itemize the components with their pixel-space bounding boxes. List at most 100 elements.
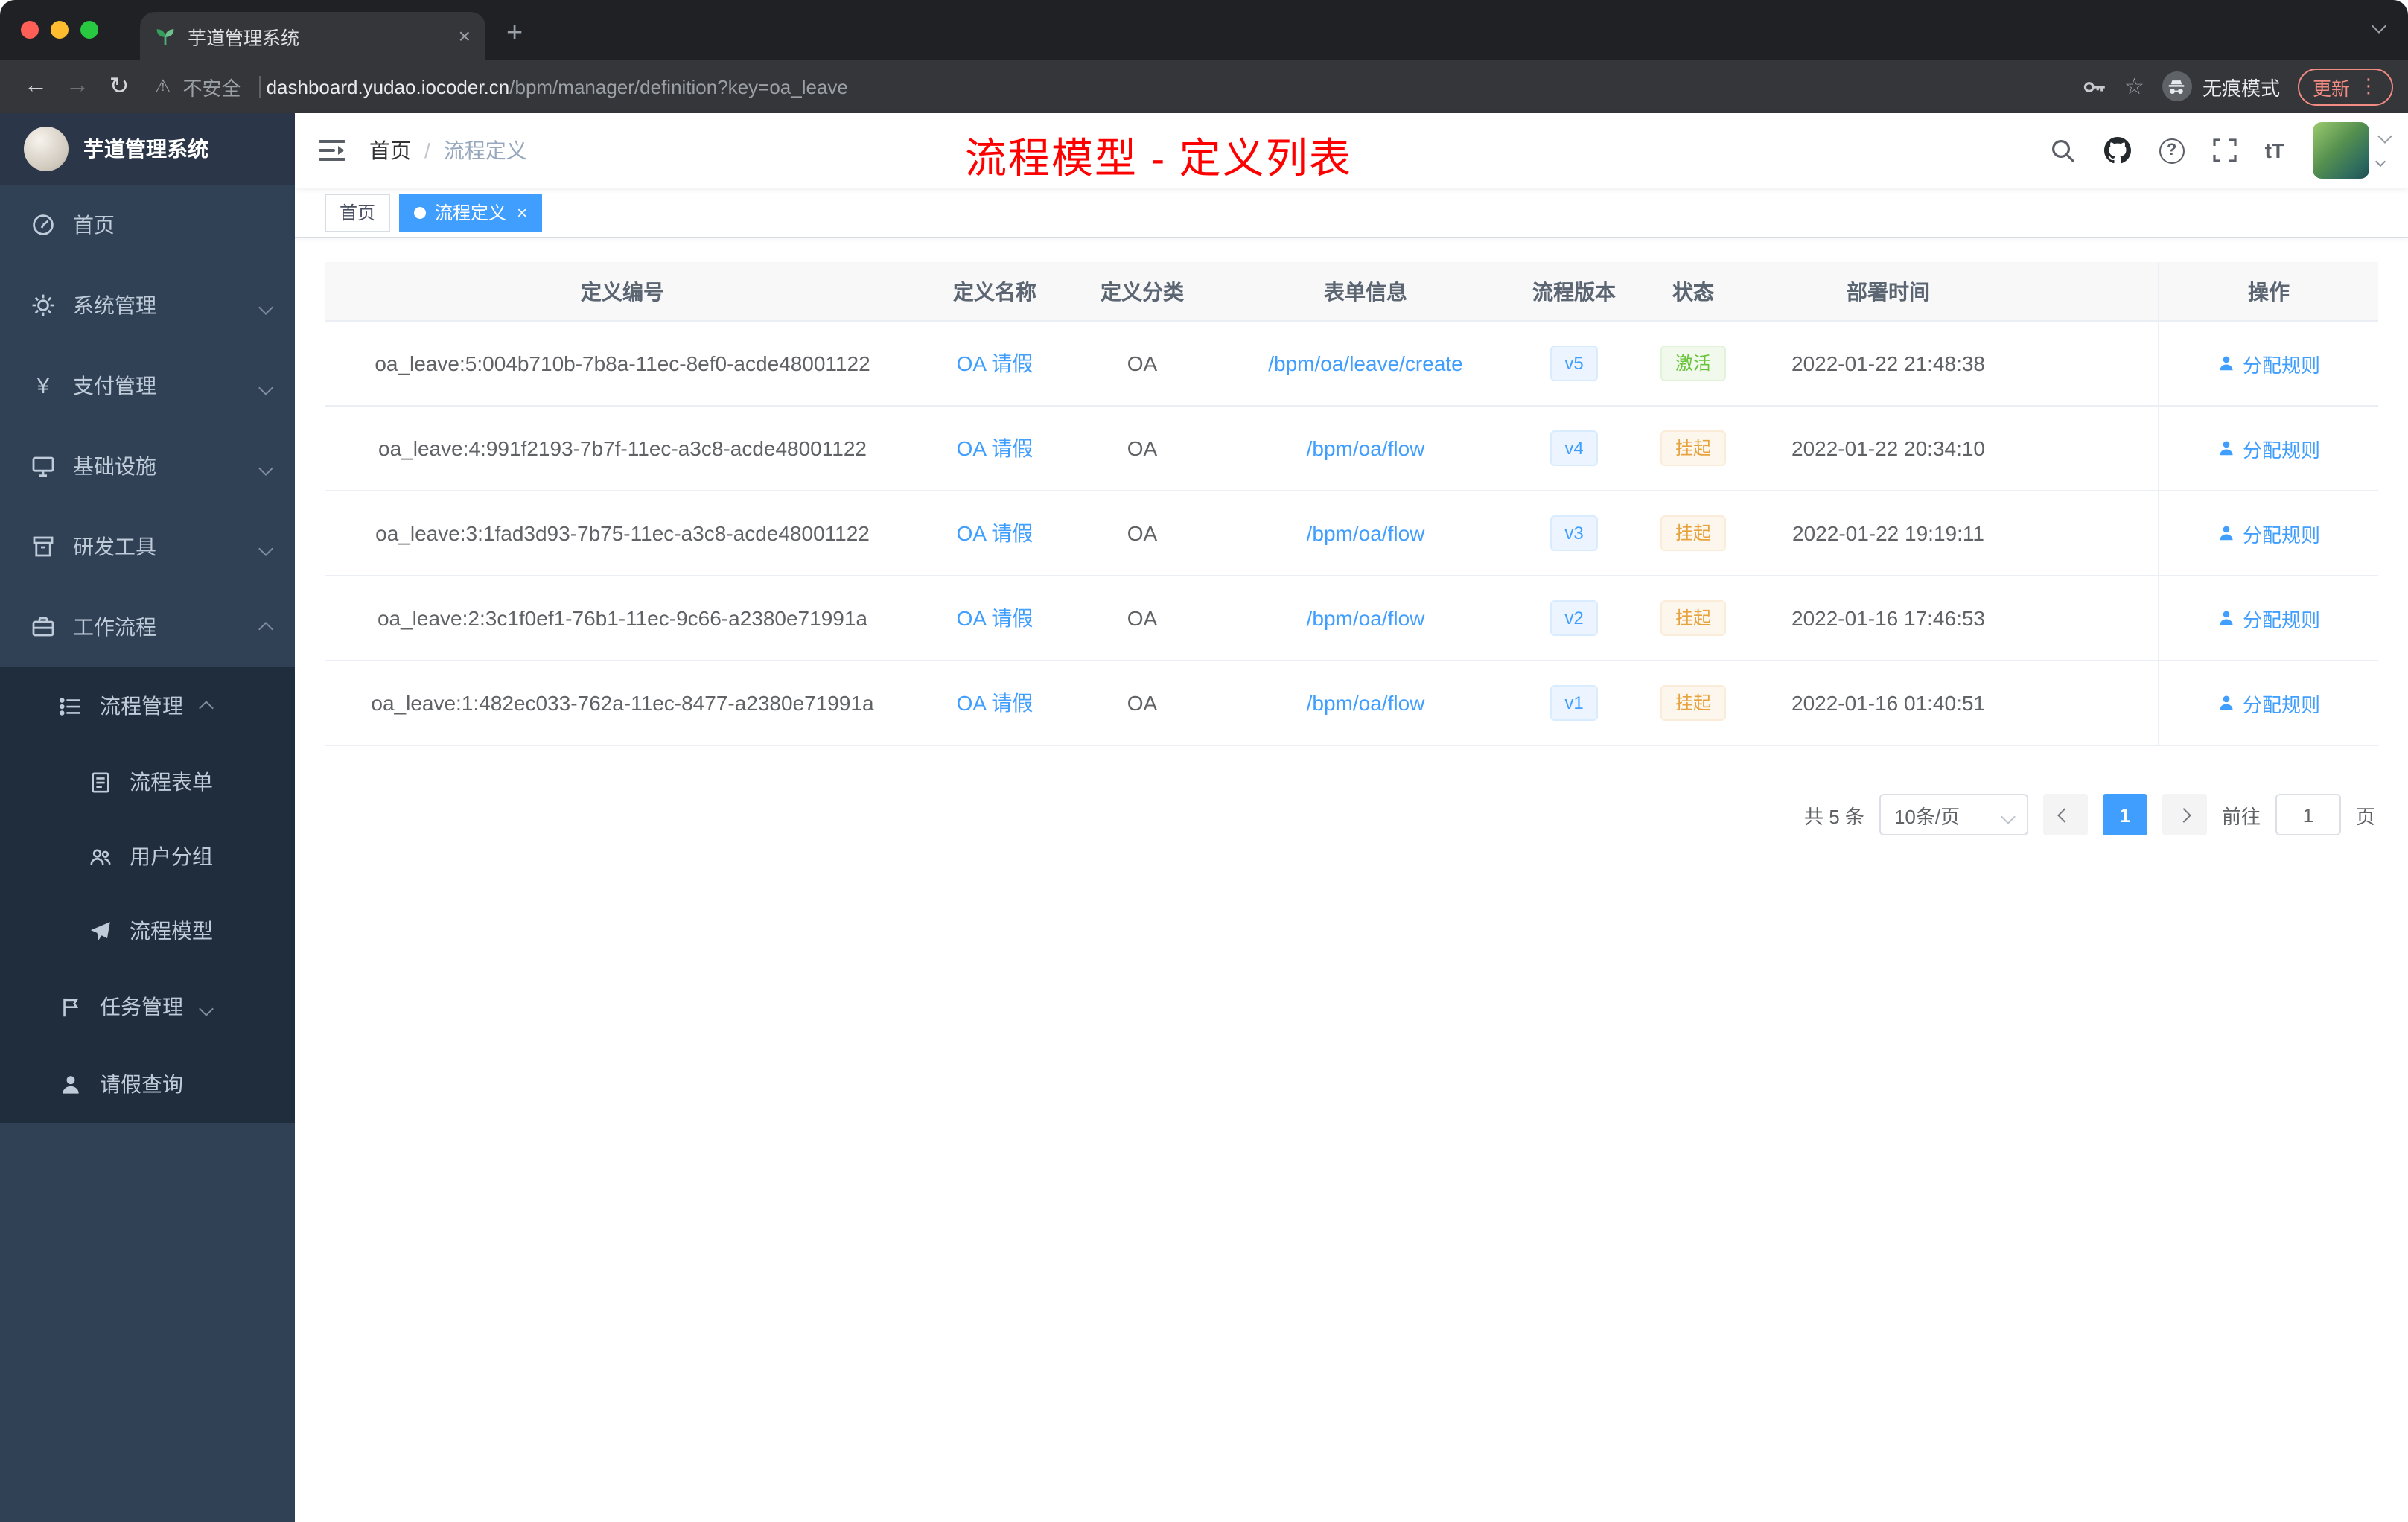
- chevron-down-icon: [258, 293, 273, 317]
- table-row: oa_leave:2:3c1f0ef1-76b1-11ec-9c66-a2380…: [325, 576, 2378, 661]
- sidebar-item-label: 首页: [73, 213, 115, 237]
- hamburger-icon: [319, 140, 345, 161]
- browser-update-button[interactable]: 更新 ⋮: [2297, 68, 2393, 105]
- tab-close-icon[interactable]: ×: [459, 25, 471, 46]
- window-zoom-button[interactable]: [80, 21, 98, 39]
- security-chip[interactable]: ⚠ 不安全: [155, 72, 267, 101]
- help-icon[interactable]: ?: [2159, 138, 2185, 163]
- address-text[interactable]: dashboard.yudao.iocoder.cn/bpm/manager/d…: [267, 75, 848, 98]
- search-icon[interactable]: [2051, 138, 2076, 163]
- assign-rule-button[interactable]: 分配规则: [2217, 604, 2320, 632]
- fullscreen-icon[interactable]: [2212, 138, 2237, 162]
- definition-category: OA: [1127, 351, 1158, 375]
- sidebar-item-process-model[interactable]: 流程模型: [0, 894, 295, 968]
- github-icon[interactable]: [2103, 137, 2131, 164]
- security-label: 不安全: [182, 77, 241, 99]
- page-number-button[interactable]: 1: [2102, 794, 2147, 835]
- sidebar-item-task-management[interactable]: 任务管理: [0, 968, 295, 1045]
- avatar[interactable]: [2313, 122, 2369, 179]
- status-badge: 挂起: [1660, 685, 1726, 721]
- column-header: 状态: [1672, 279, 1714, 303]
- column-header: 定义编号: [581, 279, 664, 303]
- user-icon: [2220, 356, 2233, 371]
- definition-id: oa_leave:4:991f2193-7b7f-11ec-a3c8-acde4…: [378, 436, 867, 460]
- back-button[interactable]: ←: [15, 66, 57, 107]
- prev-page-button[interactable]: [2042, 794, 2088, 835]
- sidebar-item-label: 支付管理: [73, 374, 156, 398]
- definition-category: OA: [1127, 691, 1158, 715]
- browser-menu-icon[interactable]: ⋮: [2359, 74, 2378, 98]
- tag-close-icon[interactable]: ×: [517, 203, 527, 221]
- font-size-icon[interactable]: tT: [2265, 138, 2284, 162]
- breadcrumb-home[interactable]: 首页: [369, 136, 411, 165]
- status-badge: 激活: [1660, 346, 1726, 381]
- column-header: 流程版本: [1532, 279, 1616, 303]
- definition-name-link[interactable]: OA 请假: [957, 606, 1033, 630]
- assign-rule-button[interactable]: 分配规则: [2217, 434, 2320, 462]
- sidebar-item-process-form[interactable]: 流程表单: [0, 745, 295, 819]
- sidebar-logo[interactable]: 芋道管理系统: [0, 113, 295, 185]
- form-link[interactable]: /bpm/oa/flow: [1307, 521, 1425, 545]
- forward-button[interactable]: →: [57, 66, 98, 107]
- definition-category: OA: [1127, 436, 1158, 460]
- definition-name-link[interactable]: OA 请假: [957, 436, 1033, 460]
- browser-chrome: 芋道管理系统 × + ← → ↻ ⚠ 不安全 dashboard.yudao.i…: [0, 0, 2408, 113]
- chevron-down-icon: [2001, 809, 2016, 824]
- tab-search-chevron-icon[interactable]: [2372, 12, 2386, 39]
- form-link[interactable]: /bpm/oa/flow: [1307, 436, 1425, 460]
- tag-home[interactable]: 首页: [325, 193, 391, 232]
- sidebar-item-infra[interactable]: 基础设施: [0, 426, 295, 506]
- sidebar-item-process-management[interactable]: 流程管理: [0, 667, 295, 745]
- sidebar-item-home[interactable]: 首页: [0, 185, 295, 265]
- navbar-actions: ? tT: [2051, 122, 2386, 179]
- toolbar-collapse-chevron-icon[interactable]: [2377, 122, 2392, 149]
- definition-id: oa_leave:1:482ec033-762a-11ec-8477-a2380…: [371, 691, 874, 715]
- sidebar-item-label: 流程管理: [100, 694, 183, 718]
- tab-favicon-icon: [155, 25, 176, 46]
- new-tab-button[interactable]: +: [506, 18, 523, 51]
- form-link[interactable]: /bpm/oa/flow: [1307, 691, 1425, 715]
- deploy-time: 2022-01-22 21:48:38: [1791, 351, 1985, 375]
- status-badge: 挂起: [1660, 600, 1726, 636]
- sidebar-item-workflow[interactable]: 工作流程: [0, 587, 295, 667]
- toolbar-right: ☆ 无痕模式 更新 ⋮: [2081, 68, 2393, 105]
- sidebar-item-leave-query[interactable]: 请假查询: [0, 1045, 295, 1123]
- user-menu[interactable]: [2313, 122, 2386, 179]
- definition-name-link[interactable]: OA 请假: [957, 351, 1033, 375]
- monitor-icon: [32, 456, 54, 477]
- next-page-button[interactable]: [2162, 794, 2207, 835]
- window-close-button[interactable]: [21, 21, 39, 39]
- form-link[interactable]: /bpm/oa/flow: [1307, 606, 1425, 630]
- definition-id: oa_leave:2:3c1f0ef1-76b1-11ec-9c66-a2380…: [377, 606, 867, 630]
- assign-rule-button[interactable]: 分配规则: [2217, 519, 2320, 547]
- assign-rule-button[interactable]: 分配规则: [2217, 349, 2320, 378]
- sidebar-item-system[interactable]: 系统管理: [0, 265, 295, 346]
- chevron-up-icon: [258, 615, 273, 639]
- browser-tab[interactable]: 芋道管理系统 ×: [140, 12, 485, 60]
- screen: 芋道管理系统 × + ← → ↻ ⚠ 不安全 dashboard.yudao.i…: [0, 0, 2408, 1522]
- breadcrumb-separator: /: [424, 138, 430, 162]
- sidebar-toggle-button[interactable]: [319, 138, 345, 162]
- password-key-icon[interactable]: [2081, 74, 2106, 99]
- sidebar-item-user-group[interactable]: 用户分组: [0, 819, 295, 894]
- assign-rule-label: 分配规则: [2242, 354, 2320, 376]
- definition-table: 定义编号 定义名称 定义分类 表单信息 流程版本 状态 部署时间 操作 oa_l…: [325, 262, 2378, 746]
- assign-rule-button[interactable]: 分配规则: [2217, 689, 2320, 717]
- bookmark-star-icon[interactable]: ☆: [2124, 73, 2144, 100]
- form-link[interactable]: /bpm/oa/leave/create: [1268, 351, 1463, 375]
- sidebar-item-payment[interactable]: ¥ 支付管理: [0, 346, 295, 426]
- column-header: 表单信息: [1324, 279, 1407, 303]
- tag-process-definition[interactable]: 流程定义 ×: [399, 193, 543, 232]
- page-goto-input[interactable]: [2275, 794, 2341, 835]
- sidebar-item-devtools[interactable]: 研发工具: [0, 506, 295, 587]
- definition-name-link[interactable]: OA 请假: [957, 691, 1033, 715]
- incognito-chip[interactable]: 无痕模式: [2162, 71, 2280, 101]
- reload-button[interactable]: ↻: [98, 66, 140, 107]
- definition-name-link[interactable]: OA 请假: [957, 521, 1033, 545]
- user-icon: [2220, 441, 2233, 456]
- page-size-select[interactable]: 10条/页: [1879, 794, 2028, 835]
- table-row: oa_leave:1:482ec033-762a-11ec-8477-a2380…: [325, 661, 2378, 746]
- window-minimize-button[interactable]: [51, 21, 69, 39]
- sidebar-item-label: 流程表单: [130, 770, 213, 794]
- version-badge: v3: [1549, 515, 1599, 551]
